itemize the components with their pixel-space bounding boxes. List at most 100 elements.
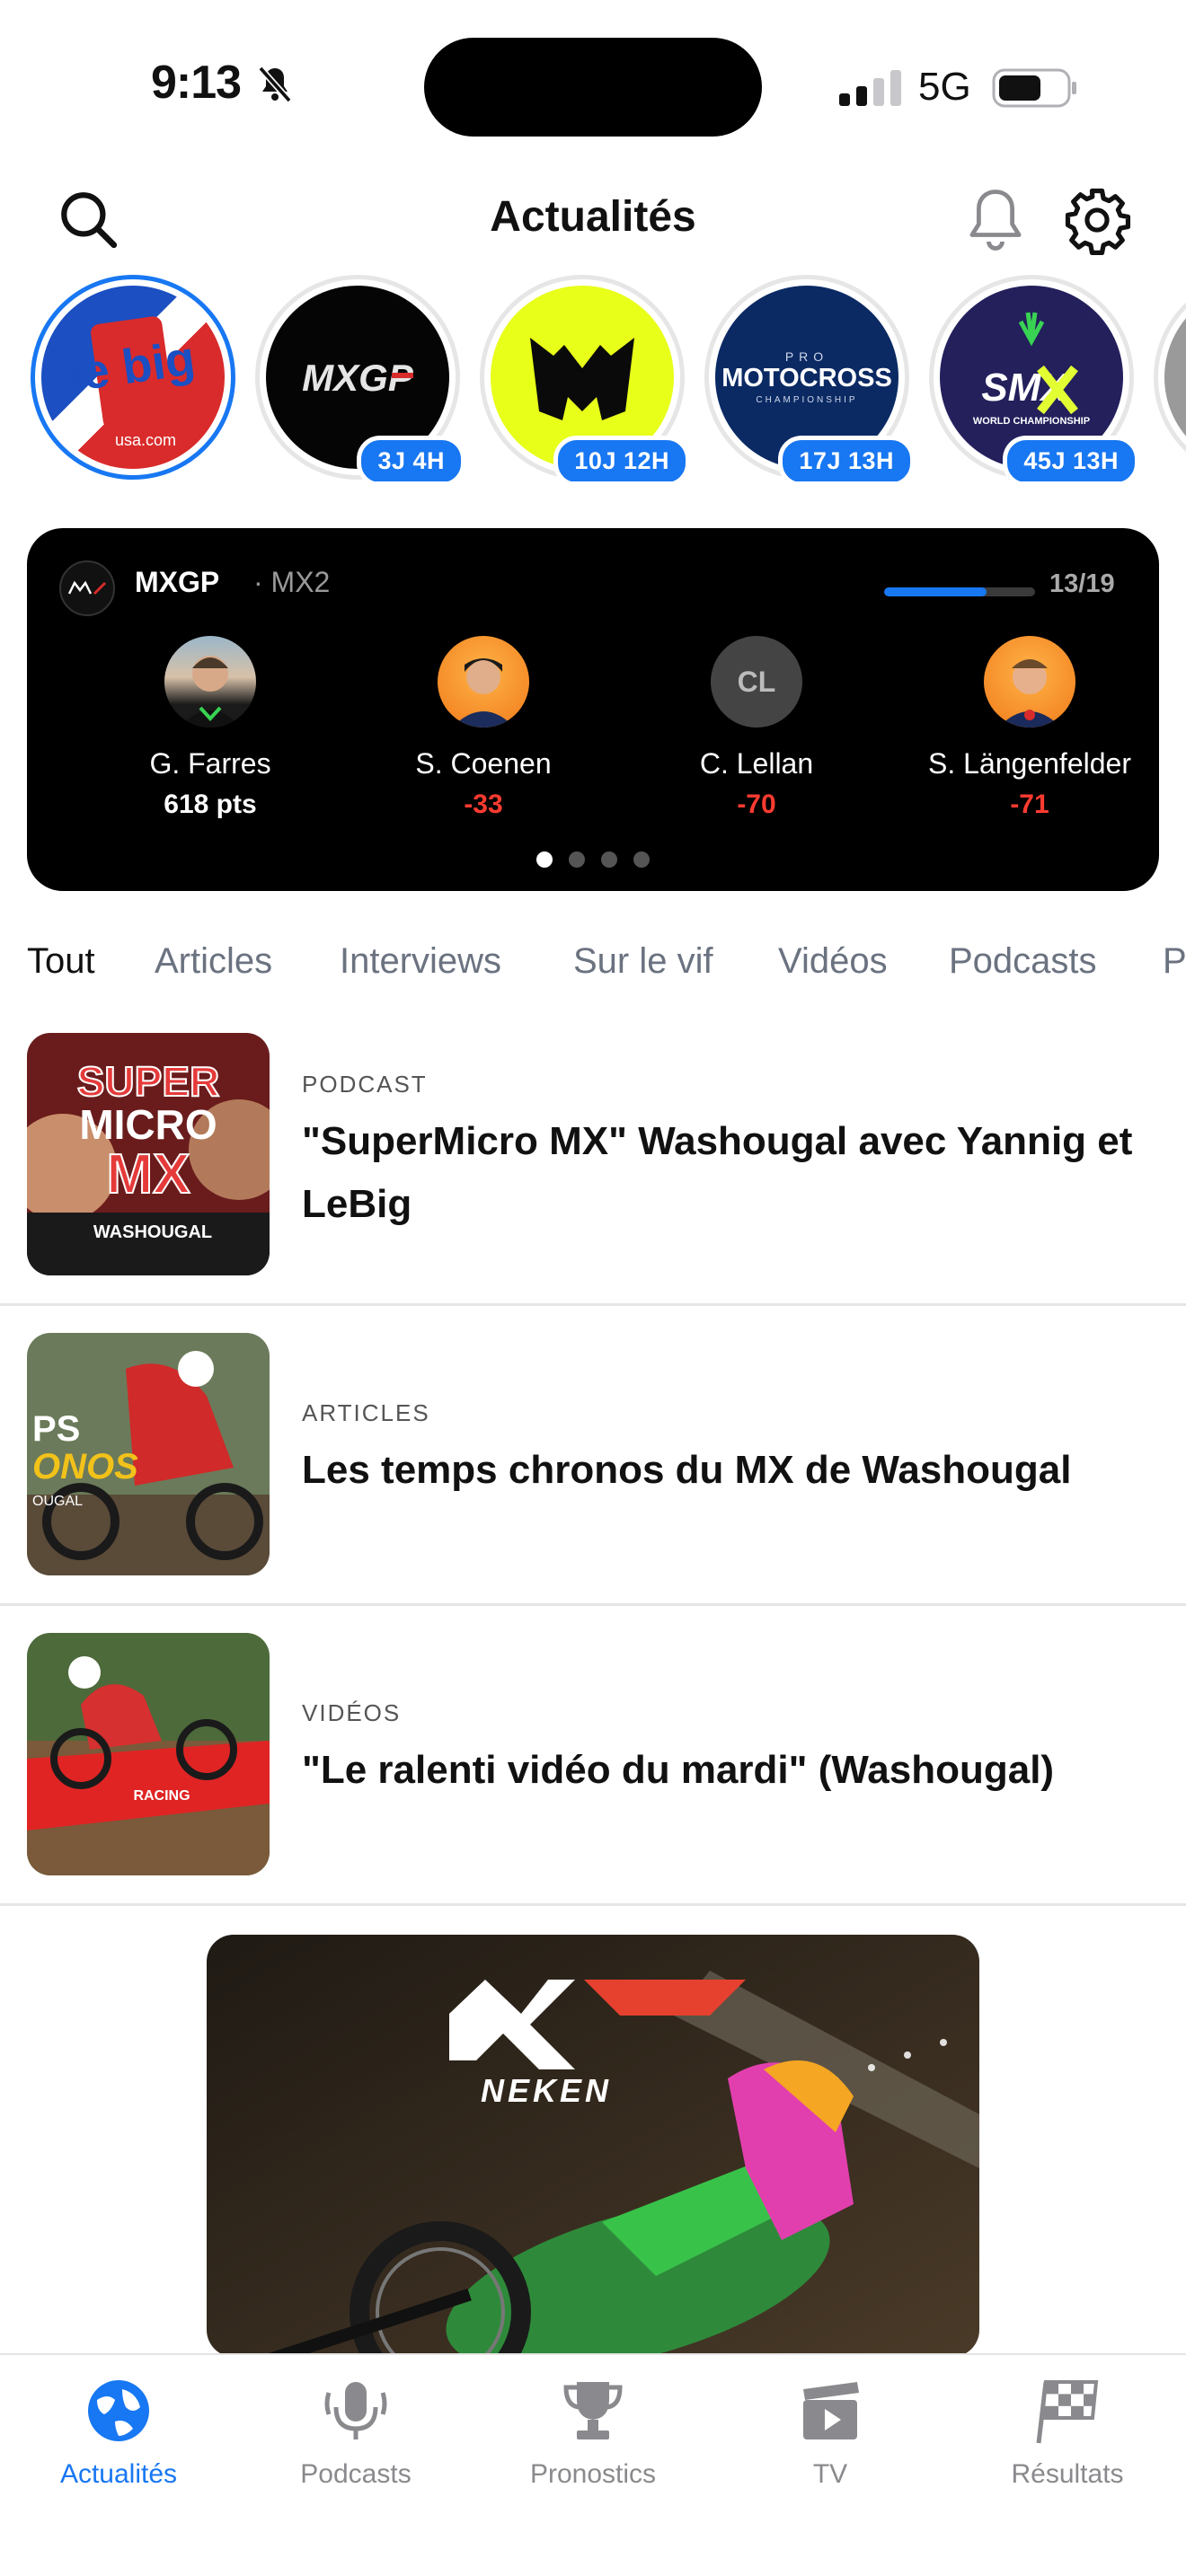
- countdown-badge: 45J 13H: [1003, 436, 1139, 481]
- rider-name: G. Farres: [149, 747, 271, 780]
- mxgp-small-logo: [59, 560, 115, 616]
- page-dot[interactable]: [601, 851, 617, 868]
- svg-text:WORLD CHAMPIONSHIP: WORLD CHAMPIONSHIP: [973, 416, 1090, 427]
- page-indicator[interactable]: [27, 851, 1159, 868]
- page-dot[interactable]: [536, 851, 553, 868]
- filter-tab-overflow[interactable]: P: [1163, 941, 1186, 982]
- page-dot[interactable]: [569, 851, 585, 868]
- page-dot[interactable]: [633, 851, 650, 868]
- network-type: 5G: [918, 65, 971, 109]
- filter-tab-videos[interactable]: Vidéos: [778, 941, 888, 982]
- rider-standing[interactable]: S. Längenfelder -71: [922, 636, 1137, 820]
- svg-text:ONOS: ONOS: [32, 1447, 138, 1486]
- news-headline: "Le ralenti vidéo du mardi" (Washougal): [302, 1748, 1055, 1792]
- story-lebig[interactable]: le big usa.com: [31, 275, 235, 480]
- news-category: VIDÉOS: [302, 1699, 402, 1726]
- ad-brand: NEKEN: [481, 2072, 612, 2109]
- rider-points-gap: -33: [464, 790, 503, 819]
- rider-avatar: [438, 636, 529, 728]
- svg-text:MX: MX: [107, 1143, 190, 1205]
- news-thumbnail: SUPER MICRO MX WASHOUGAL: [27, 1033, 270, 1275]
- story-supercross[interactable]: 10J 12H: [480, 275, 690, 481]
- rider-standing[interactable]: G. Farres 618 pts: [102, 636, 318, 820]
- svg-text:usa.com: usa.com: [115, 431, 176, 449]
- status-bar: 9:13 5G: [0, 0, 1186, 162]
- cellular-signal-icon: [839, 70, 901, 106]
- rider-name: S. Längenfelder: [928, 747, 1131, 780]
- news-item[interactable]: RACING VIDÉOS "Le ralenti vidéo du mardi…: [0, 1606, 1186, 1906]
- svg-text:PRO: PRO: [785, 349, 828, 364]
- rider-standing[interactable]: S. Coenen -33: [376, 636, 591, 820]
- lebig-logo: le big usa.com: [41, 286, 225, 469]
- app-header: Actualités: [0, 171, 1186, 269]
- bottom-tab-bar: Actualités Podcasts Pronostics TV Résult…: [0, 2353, 1186, 2576]
- tab-label: Podcasts: [300, 2459, 412, 2489]
- globe-icon: [88, 2380, 149, 2441]
- stories-carousel[interactable]: le big usa.com MXGP 3J 4H 10J 12H PRO MO…: [0, 275, 1186, 481]
- svg-text:MICRO: MICRO: [79, 1101, 217, 1148]
- notifications-bell-icon[interactable]: [963, 185, 1028, 255]
- svg-text:WASHOUGAL: WASHOUGAL: [93, 1222, 212, 1242]
- tv-clapper-icon: [803, 2382, 859, 2439]
- filter-tab-all[interactable]: Tout: [27, 941, 95, 982]
- silent-mode-icon: [258, 66, 292, 103]
- season-progress-fill: [884, 587, 987, 596]
- filter-tab-podcasts[interactable]: Podcasts: [949, 941, 1097, 982]
- story-mxgp[interactable]: MXGP 3J 4H: [255, 275, 465, 481]
- news-category: ARTICLES: [302, 1399, 430, 1426]
- tab-label: Résultats: [1011, 2459, 1124, 2489]
- standings-series: MXGP: [135, 566, 220, 598]
- news-item[interactable]: SUPER MICRO MX WASHOUGAL PODCAST "SuperM…: [0, 1006, 1186, 1306]
- trophy-icon: [563, 2382, 623, 2439]
- story-partial[interactable]: [1154, 275, 1186, 480]
- tab-label: TV: [812, 2459, 848, 2489]
- story-smx[interactable]: SMX WORLD CHAMPIONSHIP 45J 13H: [929, 275, 1139, 481]
- dynamic-island: [424, 38, 762, 137]
- svg-text:OUGAL: OUGAL: [32, 1494, 83, 1509]
- countdown-badge: 3J 4H: [357, 436, 465, 481]
- settings-gear-icon[interactable]: [1062, 185, 1132, 255]
- rider-initials-avatar: CL: [711, 636, 802, 728]
- microphone-icon: [324, 2382, 387, 2439]
- story-pro-motocross[interactable]: PRO MOTOCROSS CHAMPIONSHIP 17J 13H: [704, 275, 915, 481]
- tab-tv[interactable]: TV: [712, 2375, 949, 2490]
- svg-text:CHAMPIONSHIP: CHAMPIONSHIP: [756, 395, 857, 405]
- checkered-flag-icon: [1036, 2380, 1099, 2444]
- svg-text:MOTOCROSS: MOTOCROSS: [721, 364, 892, 393]
- battery-icon: [992, 68, 1076, 108]
- round-counter: 13/19: [1049, 569, 1115, 598]
- tab-label: Actualités: [59, 2459, 178, 2489]
- tab-label: Pronostics: [529, 2459, 657, 2489]
- rider-avatar: [984, 636, 1075, 728]
- svg-text:PS: PS: [32, 1409, 80, 1449]
- rider-name: C. Lellan: [699, 747, 814, 780]
- standings-class: · MX2: [253, 566, 331, 598]
- sponsor-ad-banner[interactable]: NEKEN: [207, 1935, 979, 2357]
- svg-text:SUPER: SUPER: [77, 1058, 219, 1105]
- tab-pronostics[interactable]: Pronostics: [474, 2375, 712, 2490]
- status-time: 9:13: [151, 57, 242, 109]
- svg-text:RACING: RACING: [133, 1788, 190, 1804]
- story-logo-text: le big: [66, 331, 199, 402]
- news-thumbnail: RACING: [27, 1633, 270, 1875]
- filter-tab-live[interactable]: Sur le vif: [573, 941, 713, 982]
- countdown-badge: 10J 12H: [553, 436, 690, 481]
- rider-name: S. Coenen: [415, 747, 552, 780]
- countdown-badge: 17J 13H: [778, 436, 915, 481]
- rider-points-gap: -70: [737, 790, 776, 819]
- rider-points-gap: -71: [1010, 790, 1049, 819]
- news-category: PODCAST: [302, 1071, 428, 1098]
- rider-points: 618 pts: [164, 790, 257, 819]
- news-headline: Les temps chronos du MX de Washougal: [302, 1448, 1072, 1492]
- tab-resultats[interactable]: Résultats: [949, 2375, 1186, 2490]
- news-thumbnail: PS ONOS OUGAL: [27, 1333, 270, 1575]
- category-filter-tabs[interactable]: Tout Articles Interviews Sur le vif Vidé…: [0, 934, 1186, 997]
- filter-tab-interviews[interactable]: Interviews: [340, 941, 501, 982]
- tab-podcasts[interactable]: Podcasts: [237, 2375, 474, 2490]
- filter-tab-articles[interactable]: Articles: [155, 941, 272, 982]
- tab-actualites[interactable]: Actualités: [0, 2375, 237, 2490]
- rider-avatar: [164, 636, 256, 728]
- rider-standing[interactable]: CL C. Lellan -70: [649, 636, 864, 820]
- news-item[interactable]: PS ONOS OUGAL ARTICLES Les temps chronos…: [0, 1306, 1186, 1606]
- standings-card[interactable]: MXGP · MX2 13/19 G. Farres 618 pts S. Co…: [27, 528, 1159, 891]
